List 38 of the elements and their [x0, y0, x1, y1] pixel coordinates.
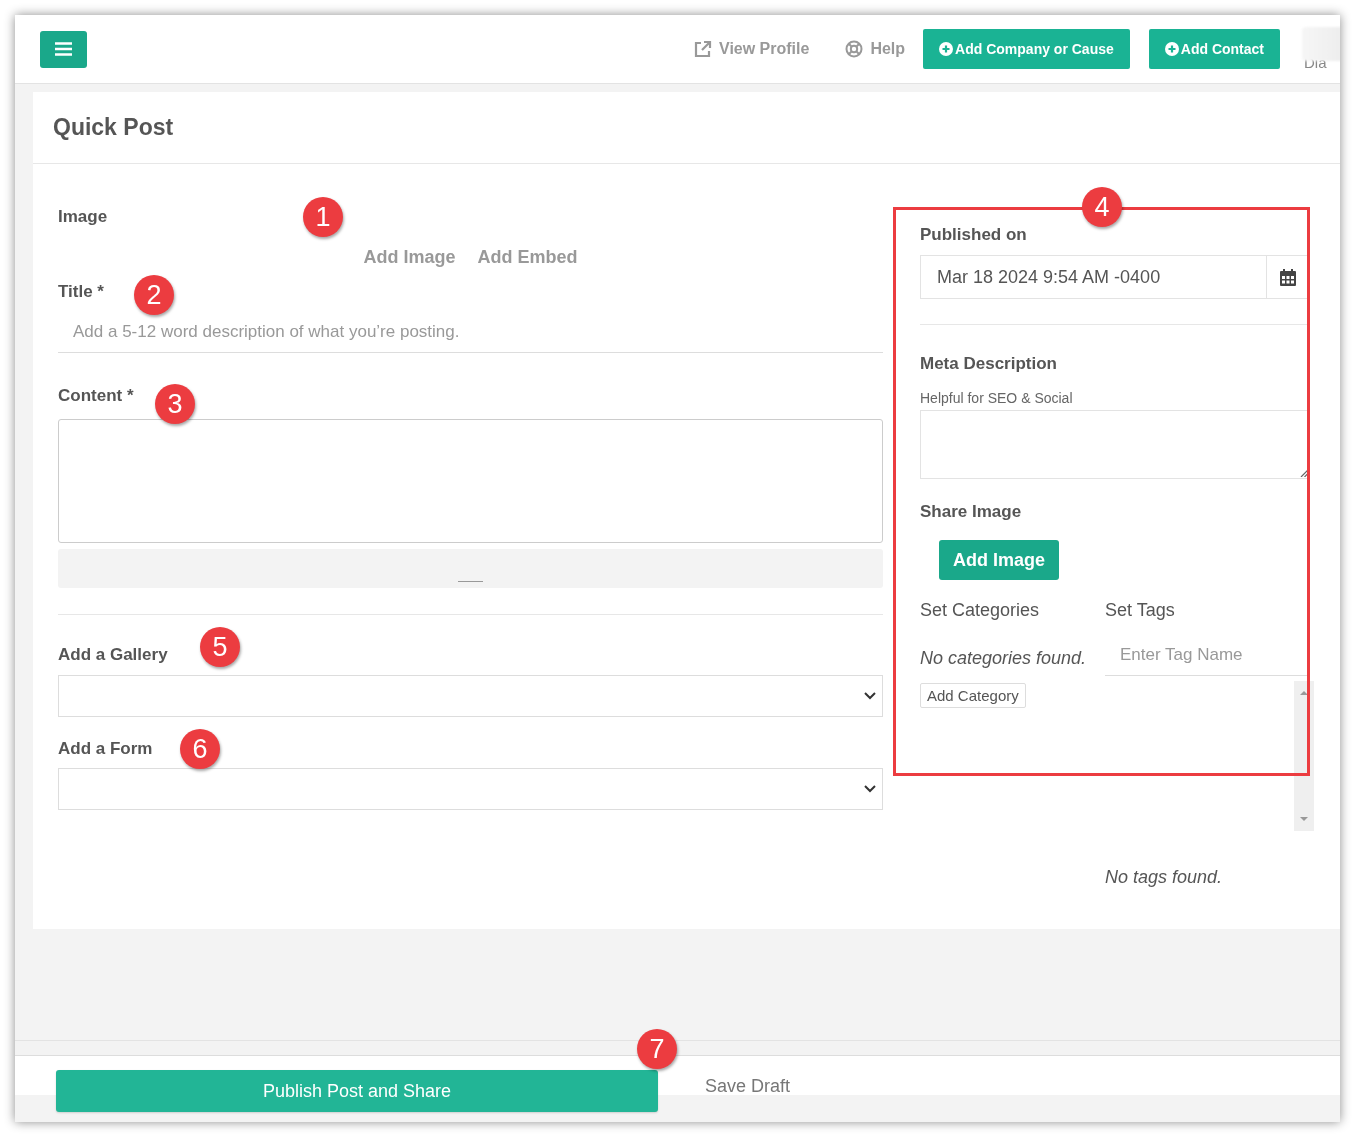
image-action-link[interactable]: Add Image	[363, 247, 456, 268]
card-title: Quick Post	[53, 114, 174, 141]
save-draft-link[interactable]: Save Draft	[705, 1076, 791, 1097]
add-image-button[interactable]: Add Image	[939, 540, 1059, 580]
field-label: Image	[58, 207, 108, 227]
header-link[interactable]: Help	[870, 40, 906, 58]
field-label: Add a Form	[58, 739, 153, 759]
field-label: Content *	[58, 386, 134, 406]
form-select[interactable]	[58, 768, 883, 810]
field-label: Add a Gallery	[58, 645, 168, 665]
lifebuoy-icon	[845, 40, 864, 58]
empty-message: No categories found.	[920, 648, 1088, 669]
chevron-down-icon	[864, 785, 876, 793]
add-category-button[interactable]: Add Category	[920, 683, 1026, 708]
add-company-button[interactable]: Add Company or Cause	[923, 29, 1130, 69]
field-label: Title *	[58, 282, 104, 302]
chevron-down-icon	[864, 692, 876, 700]
field-label: Meta Description	[920, 354, 1057, 374]
section-label: Set Categories	[920, 600, 1041, 621]
field-label: Share Image	[920, 502, 1022, 522]
content-editor[interactable]	[58, 419, 883, 543]
plus-circle-icon	[939, 42, 954, 56]
field-label: Published on	[920, 225, 1027, 245]
meta-description-field[interactable]	[920, 410, 1310, 479]
external-link-icon	[693, 39, 712, 59]
menu-icon	[55, 42, 72, 56]
resize-grip-icon[interactable]	[1300, 469, 1308, 477]
image-action-link[interactable]: Add Embed	[477, 247, 578, 268]
section-label: Set Tags	[1105, 600, 1176, 621]
empty-message: No tags found.	[1105, 867, 1224, 888]
annotation-badge: 7	[637, 1029, 677, 1069]
header-link[interactable]: View Profile	[719, 40, 810, 58]
plus-circle-icon	[1164, 42, 1179, 56]
gallery-select[interactable]	[58, 675, 883, 717]
field-hint: Helpful for SEO & Social	[920, 390, 1074, 406]
publish-button[interactable]: Publish Post and Share	[56, 1070, 658, 1112]
menu-button[interactable]	[40, 30, 87, 68]
add-contact-button[interactable]: Add Contact	[1148, 29, 1280, 69]
